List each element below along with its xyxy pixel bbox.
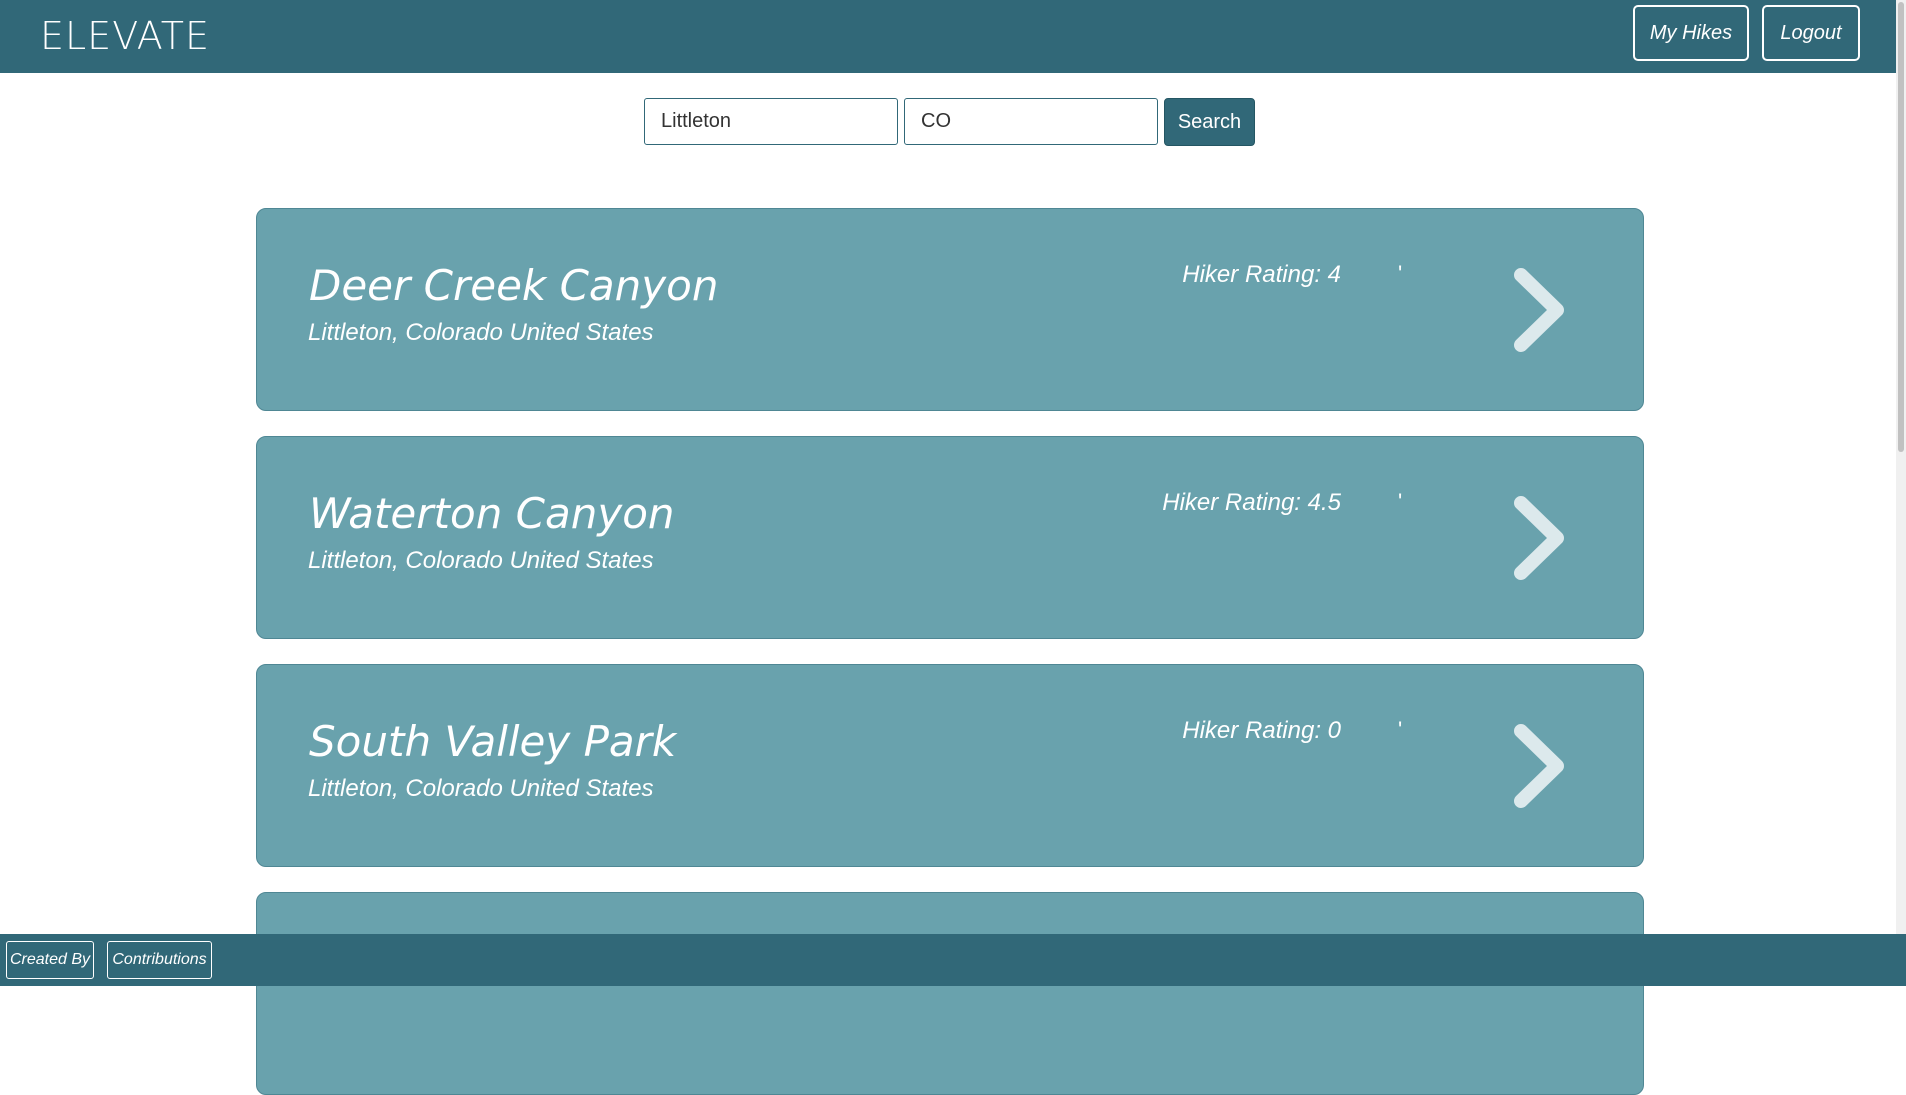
- trail-name: South Valley Park: [309, 717, 677, 766]
- trail-location: Littleton, Colorado United States: [308, 319, 654, 346]
- trail-name: Waterton Canyon: [309, 489, 675, 538]
- chevron-right-icon[interactable]: [1511, 723, 1571, 809]
- footer-bar: Created By Contributions: [0, 934, 1906, 986]
- rating-mark: ': [1398, 717, 1403, 742]
- top-navbar: ELEVATE My Hikes Logout: [0, 0, 1906, 73]
- hiker-rating: Hiker Rating: 4: [1182, 261, 1341, 288]
- hiker-rating: Hiker Rating: 4.5: [1162, 489, 1341, 516]
- contributions-button[interactable]: Contributions: [107, 941, 212, 979]
- page-scrollbar[interactable]: [1896, 0, 1906, 934]
- elevate-logo[interactable]: ELEVATE: [40, 17, 210, 55]
- trail-card[interactable]: Waterton Canyon Littleton, Colorado Unit…: [256, 436, 1644, 639]
- rating-mark: ': [1398, 261, 1403, 286]
- logout-button[interactable]: Logout: [1762, 5, 1860, 61]
- hiker-rating: Hiker Rating: 0: [1182, 717, 1341, 744]
- state-input[interactable]: [904, 98, 1158, 145]
- city-input[interactable]: [644, 98, 898, 145]
- my-hikes-button[interactable]: My Hikes: [1633, 5, 1749, 61]
- trail-location: Littleton, Colorado United States: [308, 547, 654, 574]
- trail-card[interactable]: South Valley Park Littleton, Colorado Un…: [256, 664, 1644, 867]
- trail-card[interactable]: [256, 892, 1644, 1095]
- rating-mark: ': [1398, 489, 1403, 514]
- chevron-right-icon[interactable]: [1511, 267, 1571, 353]
- trail-card[interactable]: Deer Creek Canyon Littleton, Colorado Un…: [256, 208, 1644, 411]
- trail-name: Deer Creek Canyon: [309, 261, 719, 310]
- search-button[interactable]: Search: [1164, 98, 1255, 146]
- created-by-button[interactable]: Created By: [6, 941, 94, 979]
- chevron-right-icon[interactable]: [1511, 495, 1571, 581]
- trail-location: Littleton, Colorado United States: [308, 775, 654, 802]
- scrollbar-thumb[interactable]: [1898, 2, 1904, 452]
